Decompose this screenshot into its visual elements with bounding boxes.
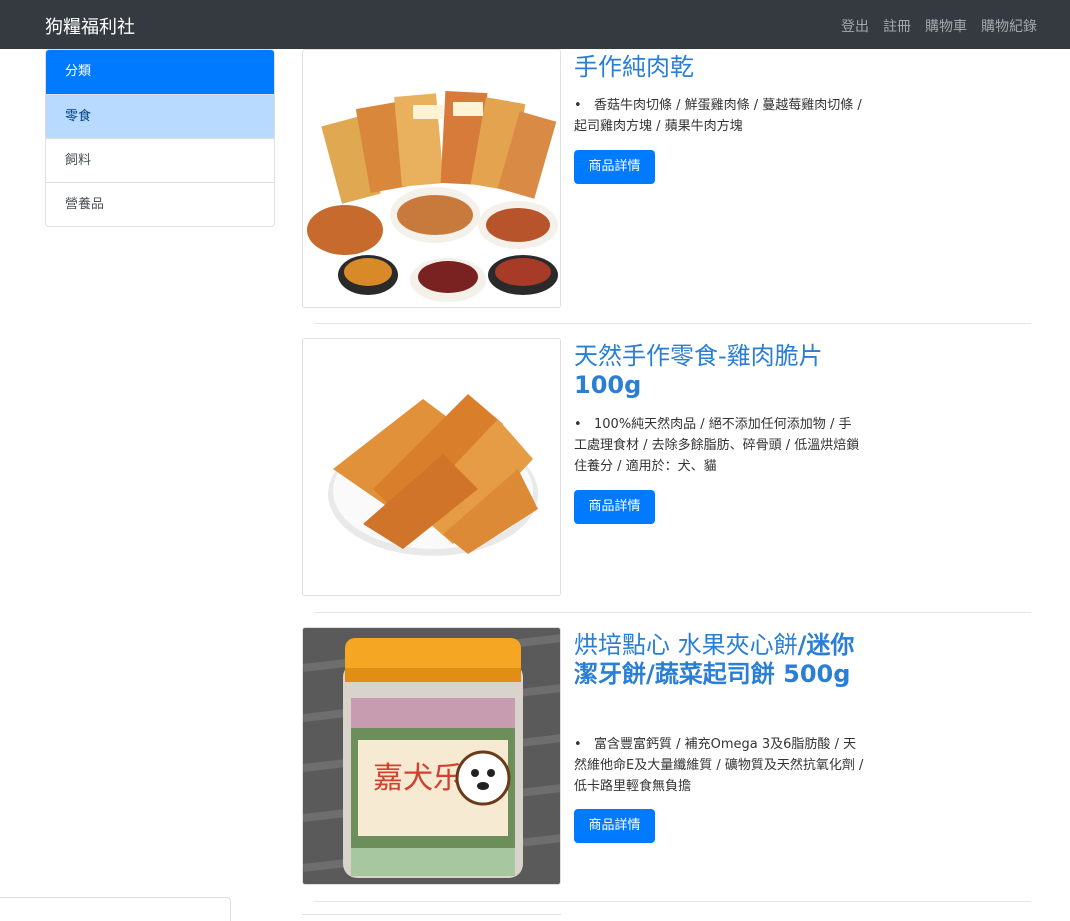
sidebar-item-supplements[interactable]: 營養品 <box>46 182 274 226</box>
nav-links: 登出 註冊 購物車 購物紀錄 <box>841 16 1037 36</box>
svg-text:嘉犬乐: 嘉犬乐 <box>373 761 463 796</box>
product-detail-button[interactable]: 商品詳情 <box>574 490 655 524</box>
next-product-edge <box>302 914 561 915</box>
nav-logout[interactable]: 登出 <box>841 16 869 36</box>
product-detail-button[interactable]: 商品詳情 <box>574 150 655 184</box>
category-sidebar: 分類 零食 飼料 營養品 <box>45 49 275 227</box>
product-description: • 100%純天然肉品 / 絕不添加任何添加物 / 手工處理食材 / 去除多餘脂肪… <box>574 414 864 477</box>
product-title[interactable]: 烘培點心 水果夾心餅/迷你潔牙餅/蔬菜起司餅 500g <box>574 631 864 689</box>
product-title-text[interactable]: 天然手作零食-雞肉脆片 <box>574 342 823 370</box>
sidebar-item-feed[interactable]: 飼料 <box>46 138 274 182</box>
product-description-text: 100%純天然肉品 / 絕不添加任何添加物 / 手工處理食材 / 去除多餘脂肪、… <box>574 417 860 474</box>
nav-order-history[interactable]: 購物紀錄 <box>981 16 1037 36</box>
product-title-weight[interactable]: 100g <box>574 371 641 399</box>
product-image[interactable] <box>302 49 561 308</box>
bullet-icon: • <box>574 417 582 432</box>
divider <box>314 612 1031 613</box>
brand-logo[interactable]: 狗糧福利社 <box>45 13 135 39</box>
sidebar-header-category: 分類 <box>46 50 274 94</box>
bullet-icon: • <box>574 98 582 113</box>
divider <box>314 323 1031 324</box>
product-description-text: 富含豐富鈣質 / 補充Omega 3及6脂肪酸 / 天然維他命E及大量纖維質 /… <box>574 737 864 794</box>
product-description: • 富含豐富鈣質 / 補充Omega 3及6脂肪酸 / 天然維他命E及大量纖維質 … <box>574 734 864 797</box>
product-image[interactable]: 嘉犬乐 <box>302 627 561 885</box>
footer-box <box>0 897 231 921</box>
divider <box>314 901 1031 902</box>
product-description-text: 香菇牛肉切條 / 鮮蛋雞肉條 / 蔓越莓雞肉切條 / 起司雞肉方塊 / 蘋果牛肉… <box>574 98 862 134</box>
sidebar-item-snacks[interactable]: 零食 <box>46 94 274 138</box>
product-description: • 香菇牛肉切條 / 鮮蛋雞肉條 / 蔓越莓雞肉切條 / 起司雞肉方塊 / 蘋果牛… <box>574 95 864 137</box>
product-title-text[interactable]: 烘培點心 水果夾心餅 <box>574 631 798 659</box>
nav-cart[interactable]: 購物車 <box>925 16 967 36</box>
nav-register[interactable]: 註冊 <box>883 16 911 36</box>
product-title[interactable]: 天然手作零食-雞肉脆片 100g <box>574 342 864 400</box>
product-detail-button[interactable]: 商品詳情 <box>574 809 655 843</box>
product-title[interactable]: 手作純肉乾 <box>574 53 864 82</box>
bullet-icon: • <box>574 737 582 752</box>
product-image[interactable] <box>302 338 561 596</box>
navbar: 狗糧福利社 登出 註冊 購物車 購物紀錄 <box>0 0 1070 49</box>
